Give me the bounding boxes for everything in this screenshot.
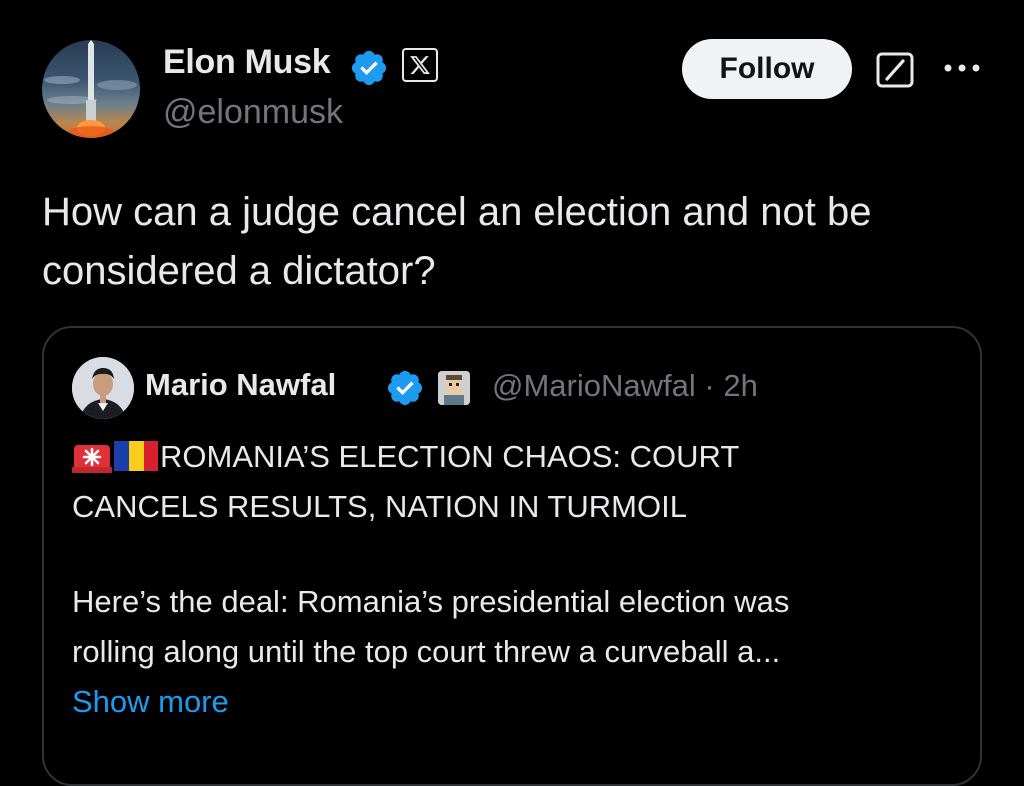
- quote-body: Here’s the deal: Romania’s presidential …: [72, 577, 962, 677]
- verified-badge-icon: [387, 370, 423, 406]
- quote-author-handle-time[interactable]: @MarioNawfal · 2h: [492, 368, 758, 404]
- author-name[interactable]: Elon Musk: [163, 43, 331, 82]
- quote-author-handle: @MarioNawfal: [492, 368, 696, 403]
- author-avatar[interactable]: [42, 40, 140, 138]
- romania-flag-emoji: [114, 441, 158, 471]
- more-options-icon[interactable]: [940, 56, 984, 80]
- x-logo-icon: [402, 48, 438, 82]
- grok-icon[interactable]: [876, 52, 914, 88]
- quote-author-avatar[interactable]: [72, 357, 134, 419]
- verified-badge-icon: [351, 50, 387, 86]
- post-text-line: How can a judge cancel an election and n…: [42, 190, 872, 234]
- affiliate-badge-icon: [438, 371, 470, 405]
- post-text: How can a judge cancel an election and n…: [42, 183, 982, 301]
- quote-timestamp: 2h: [723, 368, 758, 403]
- separator-dot: ·: [704, 368, 715, 403]
- quote-headline-line: ROMANIA’S ELECTION CHAOS: COURT: [72, 432, 962, 482]
- quoted-post-card[interactable]: Mario Nawfal @MarioNawfal · 2h ROMANIA’S…: [42, 326, 982, 786]
- author-handle[interactable]: @elonmusk: [163, 93, 343, 132]
- post-text-line: considered a dictator?: [42, 249, 436, 293]
- follow-button[interactable]: Follow: [682, 39, 852, 99]
- show-more-link[interactable]: Show more: [72, 677, 229, 727]
- quote-author-name[interactable]: Mario Nawfal: [145, 367, 336, 403]
- quote-body-line: rolling along until the top court threw …: [72, 634, 781, 669]
- quote-headline-line: CANCELS RESULTS, NATION IN TURMOIL: [72, 489, 687, 524]
- rotating-light-emoji: [72, 445, 112, 473]
- quote-body-line: Here’s the deal: Romania’s presidential …: [72, 584, 790, 619]
- quote-headline: ROMANIA’S ELECTION CHAOS: COURT CANCELS …: [72, 432, 962, 532]
